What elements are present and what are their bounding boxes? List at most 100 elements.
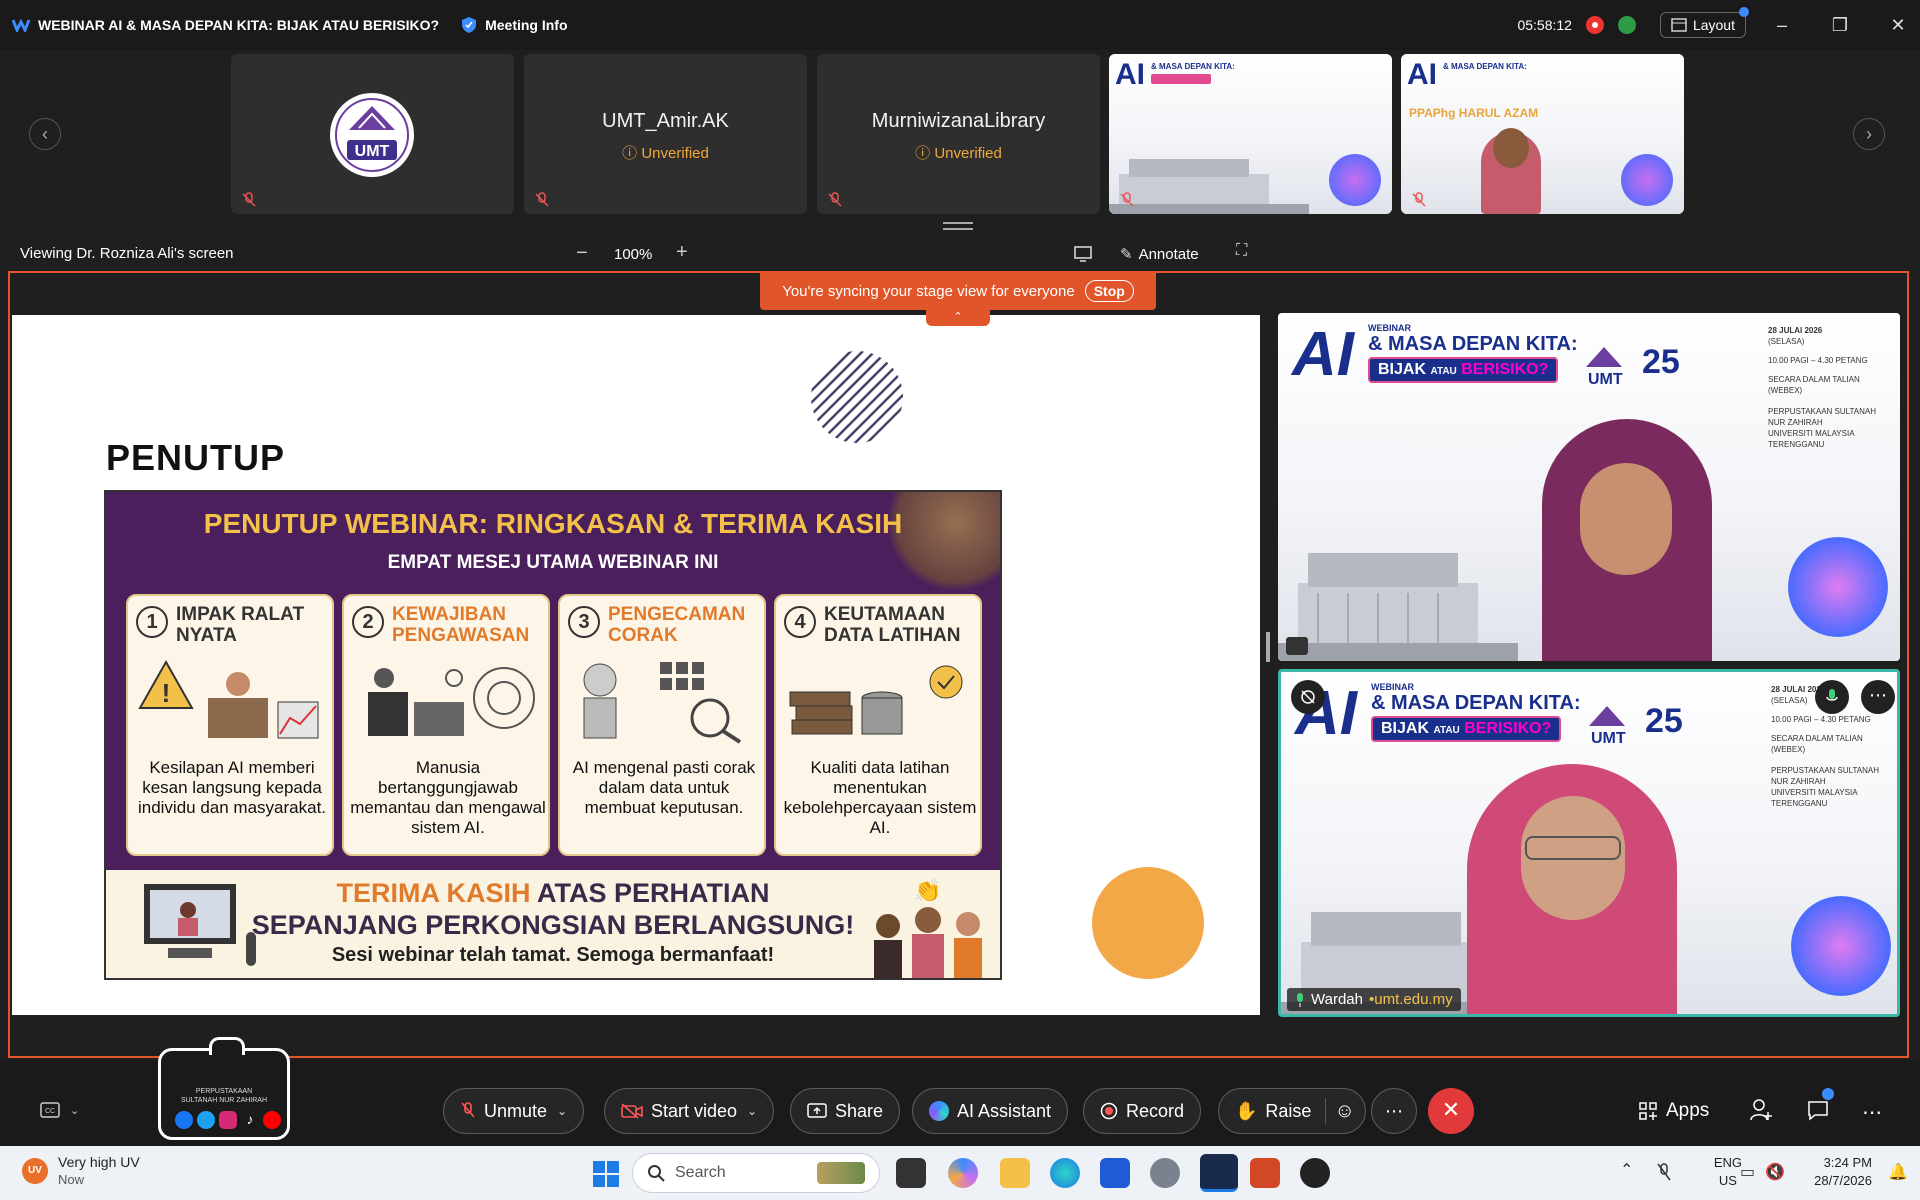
participant-tile-murniwizana[interactable]: MurniwizanaLibrary ⓘ Unverified [817,54,1100,214]
anniversary-25-logo: 25 [1645,702,1683,740]
start-video-button[interactable]: Start video ⌄ [604,1088,775,1134]
windows-start-icon[interactable] [592,1160,620,1188]
svg-text:UMT: UMT [355,143,390,160]
screen-share-icon[interactable] [1286,637,1308,655]
powerpoint-icon[interactable] [1250,1158,1280,1188]
more-options-button[interactable]: ⋯ [1371,1088,1417,1134]
instagram-icon [219,1111,237,1129]
chevron-down-icon: ⌄ [557,1104,568,1118]
media-player-icon[interactable] [1300,1158,1330,1188]
toolbar-overflow-button[interactable]: ⋯ [1862,1100,1882,1125]
weather-title: Very high UV [58,1154,140,1170]
card-title: KEWAJIBAN PENGAWASAN [392,604,530,646]
webex-taskbar-icon[interactable] [1200,1154,1238,1192]
video-tile-speaker[interactable]: AI WEBINAR & MASA DEPAN KITA: BIJAK ATAU… [1278,669,1900,1017]
show-hidden-icons-button[interactable]: ⌃ [1620,1160,1633,1180]
stop-sync-button[interactable]: Stop [1084,280,1134,302]
participant-tile-amir[interactable]: UMT_Amir.AK ⓘ Unverified [524,54,807,214]
leave-meeting-button[interactable]: ✕ [1428,1088,1474,1134]
meeting-timer: 05:58:12 [1517,17,1572,33]
video-tile-presenter[interactable]: AI WEBINAR & MASA DEPAN KITA: BIJAK ATAU… [1278,313,1900,661]
notifications-bell-icon[interactable]: 🔔 [1888,1162,1908,1182]
zoom-in-button[interactable]: + [676,241,688,264]
record-button[interactable]: Record [1083,1088,1202,1134]
prev-participants-button[interactable]: ‹ [29,118,61,150]
restore-button[interactable]: ❐ [1818,15,1862,36]
apps-grid-icon [1639,1102,1657,1120]
edge-browser-icon[interactable] [1050,1158,1080,1188]
anniversary-25-logo: 25 [1642,343,1680,381]
participants-icon[interactable] [1750,1098,1772,1122]
network-icon: ▭ [1740,1164,1756,1181]
tile-more-options-button[interactable]: ⋯ [1861,680,1895,714]
social-icons: ♪ [175,1111,281,1129]
minimize-button[interactable]: – [1760,15,1804,36]
chevron-up-icon: ⌃ [953,311,963,323]
weather-widget[interactable]: UV Very high UV Now [22,1154,140,1188]
summary-card-3: 3 PENGECAMAN CORAK AI mengenal pasti cora… [558,594,766,856]
meeting-info-button[interactable]: Meeting Info [461,16,568,34]
next-participants-button[interactable]: › [1853,118,1885,150]
raise-hand-button[interactable]: ✋ Raise ☺ [1218,1088,1366,1134]
svg-text:!: ! [162,678,171,708]
slide-heading: PENUTUP [106,437,286,478]
layout-button[interactable]: Layout [1659,7,1749,38]
summary-card-1: 1 IMPAK RALAT NYATA ! Kesilapan AI member… [126,594,334,856]
copilot-icon[interactable] [948,1158,978,1188]
system-tray[interactable]: ▭ 🔇 [1740,1162,1785,1182]
pattern-recognition-illustration [583,662,742,744]
fullscreen-icon[interactable]: ⛶ [1236,242,1247,260]
banner-title-text: & MASA DEPAN KITA: [1371,692,1581,714]
video-off-toggle[interactable] [1291,680,1325,714]
mic-muted-icon [461,1102,475,1118]
taskbar-search[interactable]: Search [632,1153,880,1193]
participant-tile-logo[interactable]: UMT [231,54,514,214]
mic-muted-icon [1120,192,1134,207]
divider [1325,1098,1327,1124]
apps-button[interactable]: Apps [1638,1100,1709,1122]
ai-brain-graphic [1791,896,1891,996]
unmute-label: Unmute [484,1100,548,1121]
language-indicator[interactable]: ENG US [1714,1154,1742,1190]
banner-title-text: & MASA DEPAN KITA: [1443,62,1527,71]
settings-gear-icon[interactable] [1150,1158,1180,1188]
title-bar: WEBINAR AI & MASA DEPAN KITA: BIJAK ATAU… [0,0,1920,50]
zoom-level: 100% [614,246,653,263]
pen-icon: ✎ [1120,246,1133,263]
video-off-icon [1301,690,1315,704]
presenter-face [1580,463,1672,575]
participant-tile-harul[interactable]: AI & MASA DEPAN KITA: PPAPhg HARUL AZAM [1401,54,1684,214]
task-view-icon[interactable] [896,1158,926,1188]
captions-button[interactable]: CC ⌄ [40,1102,79,1118]
stage-splitter-handle[interactable] [1266,632,1270,662]
mic-muted-icon[interactable] [1656,1162,1672,1182]
card-number: 4 [784,606,816,638]
store-icon[interactable] [1100,1158,1130,1188]
taskbar-clock[interactable]: 3:24 PM 28/7/2026 [1814,1154,1872,1190]
participant-tile-banner[interactable]: AI & MASA DEPAN KITA: [1109,54,1392,214]
card-title: PENGECAMAN CORAK [608,604,746,646]
banner-subtitle-box: BIJAK ATAU BERISIKO? [1371,716,1562,742]
banner-webinar-label: WEBINAR [1368,323,1411,333]
screen-options-icon[interactable] [1074,246,1092,262]
thank-you-band: TERIMA KASIH ATAS PERHATIAN SEPANJANG PE… [106,870,1000,978]
unmute-button[interactable]: Unmute ⌄ [443,1088,585,1134]
ai-brain-graphic [1621,154,1673,206]
video-off-icon [621,1103,643,1119]
strip-resize-handle[interactable] [943,222,973,230]
speaker-mic-button[interactable] [1815,680,1849,714]
volume-muted-icon: 🔇 [1765,1164,1786,1181]
share-button[interactable]: Share [790,1088,901,1134]
close-window-button[interactable]: ✕ [1876,15,1920,36]
collapse-banner-button[interactable]: ⌃ [926,310,990,326]
ai-assistant-button[interactable]: AI Assistant [912,1088,1069,1134]
annotate-button[interactable]: ✎ Annotate [1120,245,1199,264]
banner-webinar-label: WEBINAR [1371,682,1414,692]
zoom-out-button[interactable]: − [576,242,588,265]
file-explorer-icon[interactable] [1000,1158,1030,1188]
share-screen-icon [807,1103,827,1118]
chat-button[interactable] [1806,1088,1834,1122]
viewing-bar: Viewing Dr. Rozniza Ali's screen − 100% … [0,236,1920,270]
ai-assistant-label: AI Assistant [957,1100,1052,1121]
reactions-icon[interactable]: ☺ [1334,1100,1354,1123]
